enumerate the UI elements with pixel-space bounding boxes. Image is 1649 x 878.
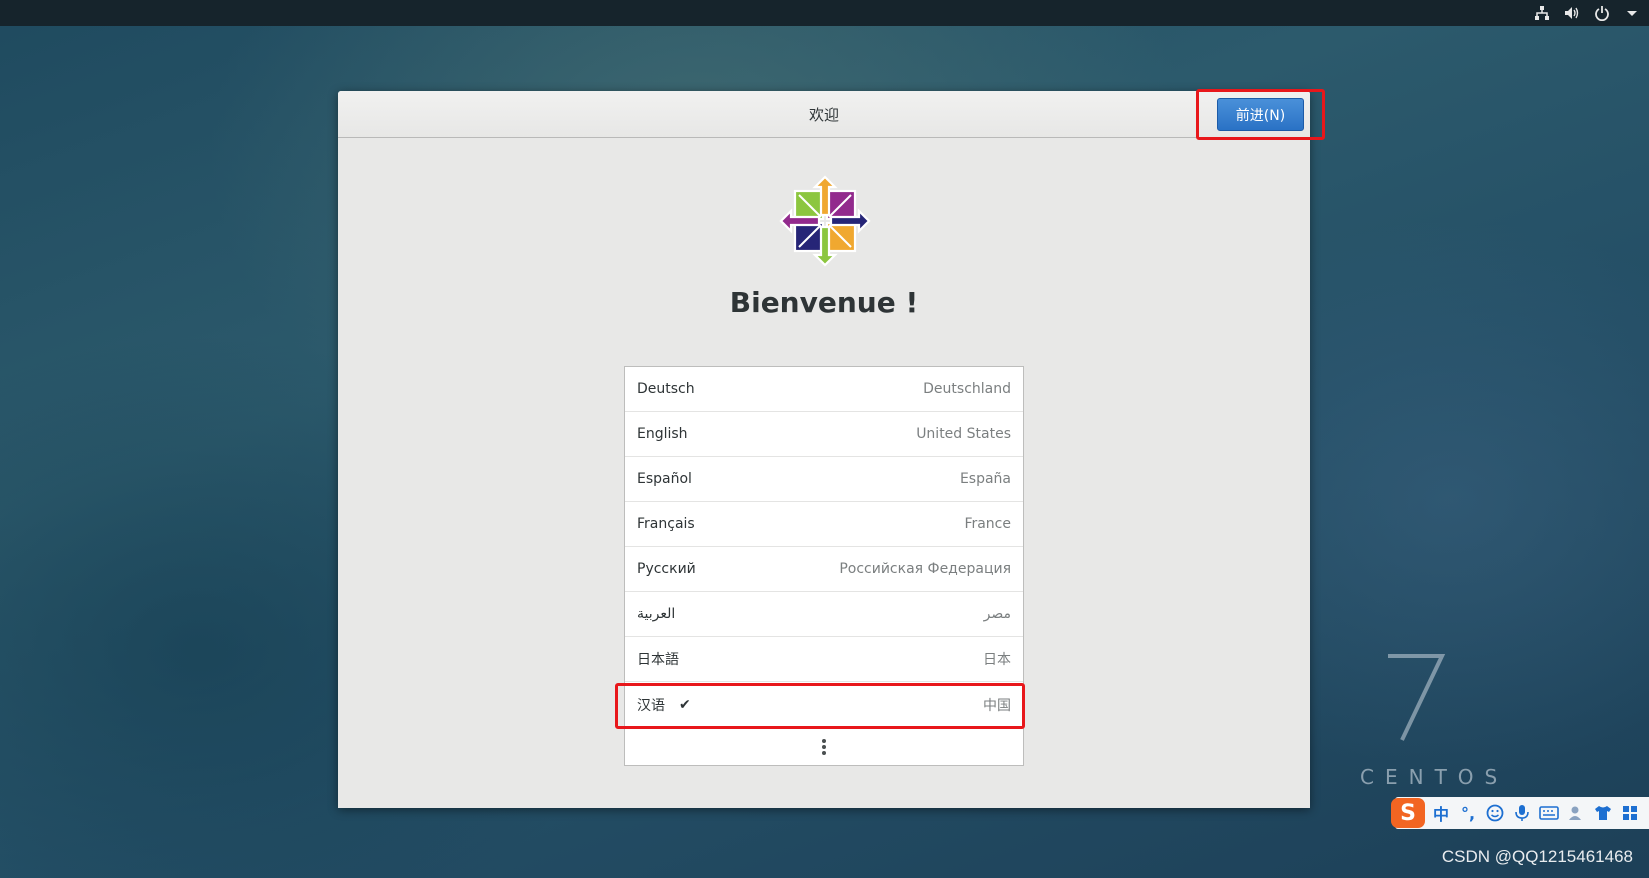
language-region: France bbox=[964, 516, 1011, 532]
centos-logo bbox=[779, 175, 871, 267]
next-button[interactable]: 前进(N) bbox=[1217, 98, 1304, 131]
csdn-watermark: CSDN @QQ1215461468 bbox=[1441, 847, 1633, 866]
language-row-japanese[interactable]: 日本語 日本 bbox=[625, 637, 1023, 682]
skin-icon[interactable] bbox=[1592, 802, 1614, 824]
window-title: 欢迎 bbox=[808, 106, 839, 124]
language-region: Deutschland bbox=[923, 381, 1011, 397]
language-row-francais[interactable]: Français France bbox=[625, 502, 1023, 547]
centos-version-mark: 7 bbox=[1388, 654, 1446, 741]
microphone-icon[interactable] bbox=[1511, 802, 1533, 824]
language-region: 中国 bbox=[983, 697, 1011, 714]
more-languages-button[interactable] bbox=[625, 727, 1023, 767]
language-region: Российская Федерация bbox=[839, 561, 1011, 577]
network-icon[interactable] bbox=[1533, 4, 1551, 22]
language-list[interactable]: Deutsch Deutschland English United State… bbox=[624, 366, 1024, 766]
language-name: Русский bbox=[637, 561, 696, 577]
welcome-heading: Bienvenue ! bbox=[729, 286, 919, 319]
sogou-logo[interactable]: S bbox=[1391, 798, 1425, 828]
language-row-chinese[interactable]: 汉语 ✔ 中国 bbox=[625, 682, 1023, 727]
language-region: United States bbox=[916, 426, 1011, 442]
ime-punctuation-toggle[interactable]: °, bbox=[1457, 802, 1479, 824]
language-name: Español bbox=[637, 471, 692, 487]
language-name-group: 汉语 ✔ bbox=[637, 695, 691, 715]
language-name: English bbox=[637, 426, 688, 442]
grid-icon[interactable] bbox=[1619, 802, 1641, 824]
language-row-espanol[interactable]: Español España bbox=[625, 457, 1023, 502]
language-row-arabic[interactable]: العربية مصر bbox=[625, 592, 1023, 637]
ime-toolbar[interactable]: S 中 °, bbox=[1391, 797, 1649, 829]
language-row-russian[interactable]: Русский Российская Федерация bbox=[625, 547, 1023, 592]
language-name: 汉语 bbox=[637, 697, 665, 714]
user-icon[interactable] bbox=[1565, 802, 1587, 824]
welcome-dialog: 欢迎 前进(N) Bienvenue ! Deutsch Deutschland… bbox=[338, 89, 1325, 808]
language-row-english[interactable]: English United States bbox=[625, 412, 1023, 457]
language-name: Deutsch bbox=[637, 381, 695, 397]
top-panel bbox=[0, 0, 1649, 26]
language-name: Français bbox=[637, 516, 695, 532]
system-tray[interactable] bbox=[1533, 0, 1641, 26]
ime-mode-toggle[interactable]: 中 bbox=[1430, 802, 1452, 824]
keyboard-icon[interactable] bbox=[1538, 802, 1560, 824]
language-region: مصر bbox=[983, 606, 1011, 622]
check-icon: ✔ bbox=[679, 696, 691, 713]
chevron-down-icon[interactable] bbox=[1623, 4, 1641, 22]
centos-wordmark: CENTOS bbox=[1360, 765, 1509, 789]
emoji-icon[interactable] bbox=[1484, 802, 1506, 824]
more-vertical-icon bbox=[822, 739, 826, 755]
language-name: العربية bbox=[637, 606, 676, 622]
power-icon[interactable] bbox=[1593, 4, 1611, 22]
header-bar: 欢迎 前进(N) bbox=[338, 91, 1310, 138]
volume-icon[interactable] bbox=[1563, 4, 1581, 22]
language-name: 日本語 bbox=[637, 652, 679, 668]
language-row-deutsch[interactable]: Deutsch Deutschland bbox=[625, 367, 1023, 412]
language-region: 日本 bbox=[983, 652, 1011, 668]
language-region: España bbox=[959, 471, 1011, 487]
